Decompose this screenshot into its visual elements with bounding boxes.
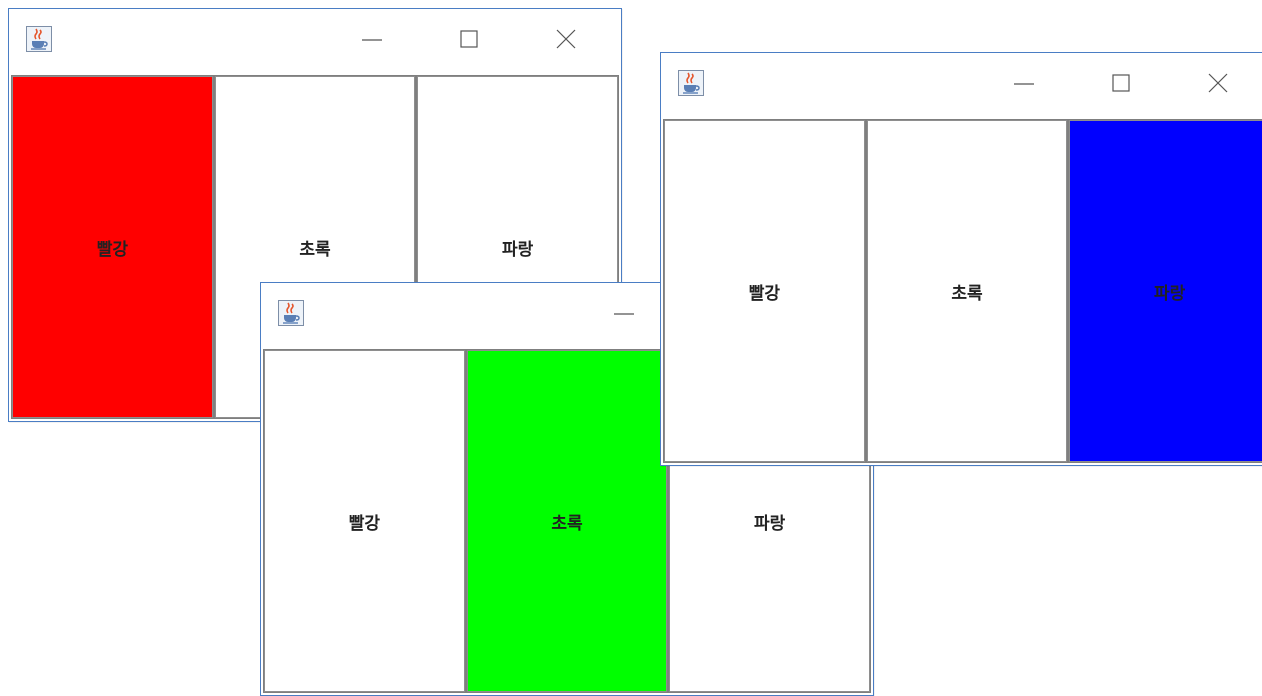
java-coffee-cup-icon xyxy=(278,300,304,326)
green-button[interactable]: 초록 xyxy=(866,120,1068,462)
java-coffee-cup-icon xyxy=(678,70,704,96)
minimize-icon[interactable] xyxy=(609,300,639,326)
button-panel: 빨강 초록 파랑 xyxy=(663,119,1262,463)
close-icon[interactable] xyxy=(551,26,581,52)
frame-window-blue: 빨강 초록 파랑 xyxy=(660,52,1262,466)
title-bar[interactable] xyxy=(9,9,621,75)
blue-button[interactable]: 파랑 xyxy=(1069,120,1262,462)
title-bar[interactable] xyxy=(661,53,1262,119)
red-button[interactable]: 빨강 xyxy=(12,76,213,418)
java-coffee-cup-icon xyxy=(26,26,52,52)
maximize-icon[interactable] xyxy=(1106,70,1136,96)
minimize-icon[interactable] xyxy=(357,26,387,52)
red-button[interactable]: 빨강 xyxy=(664,120,865,462)
green-button[interactable]: 초록 xyxy=(466,350,668,692)
minimize-icon[interactable] xyxy=(1009,70,1039,96)
maximize-icon[interactable] xyxy=(454,26,484,52)
close-icon[interactable] xyxy=(1203,70,1233,96)
red-button[interactable]: 빨강 xyxy=(264,350,465,692)
